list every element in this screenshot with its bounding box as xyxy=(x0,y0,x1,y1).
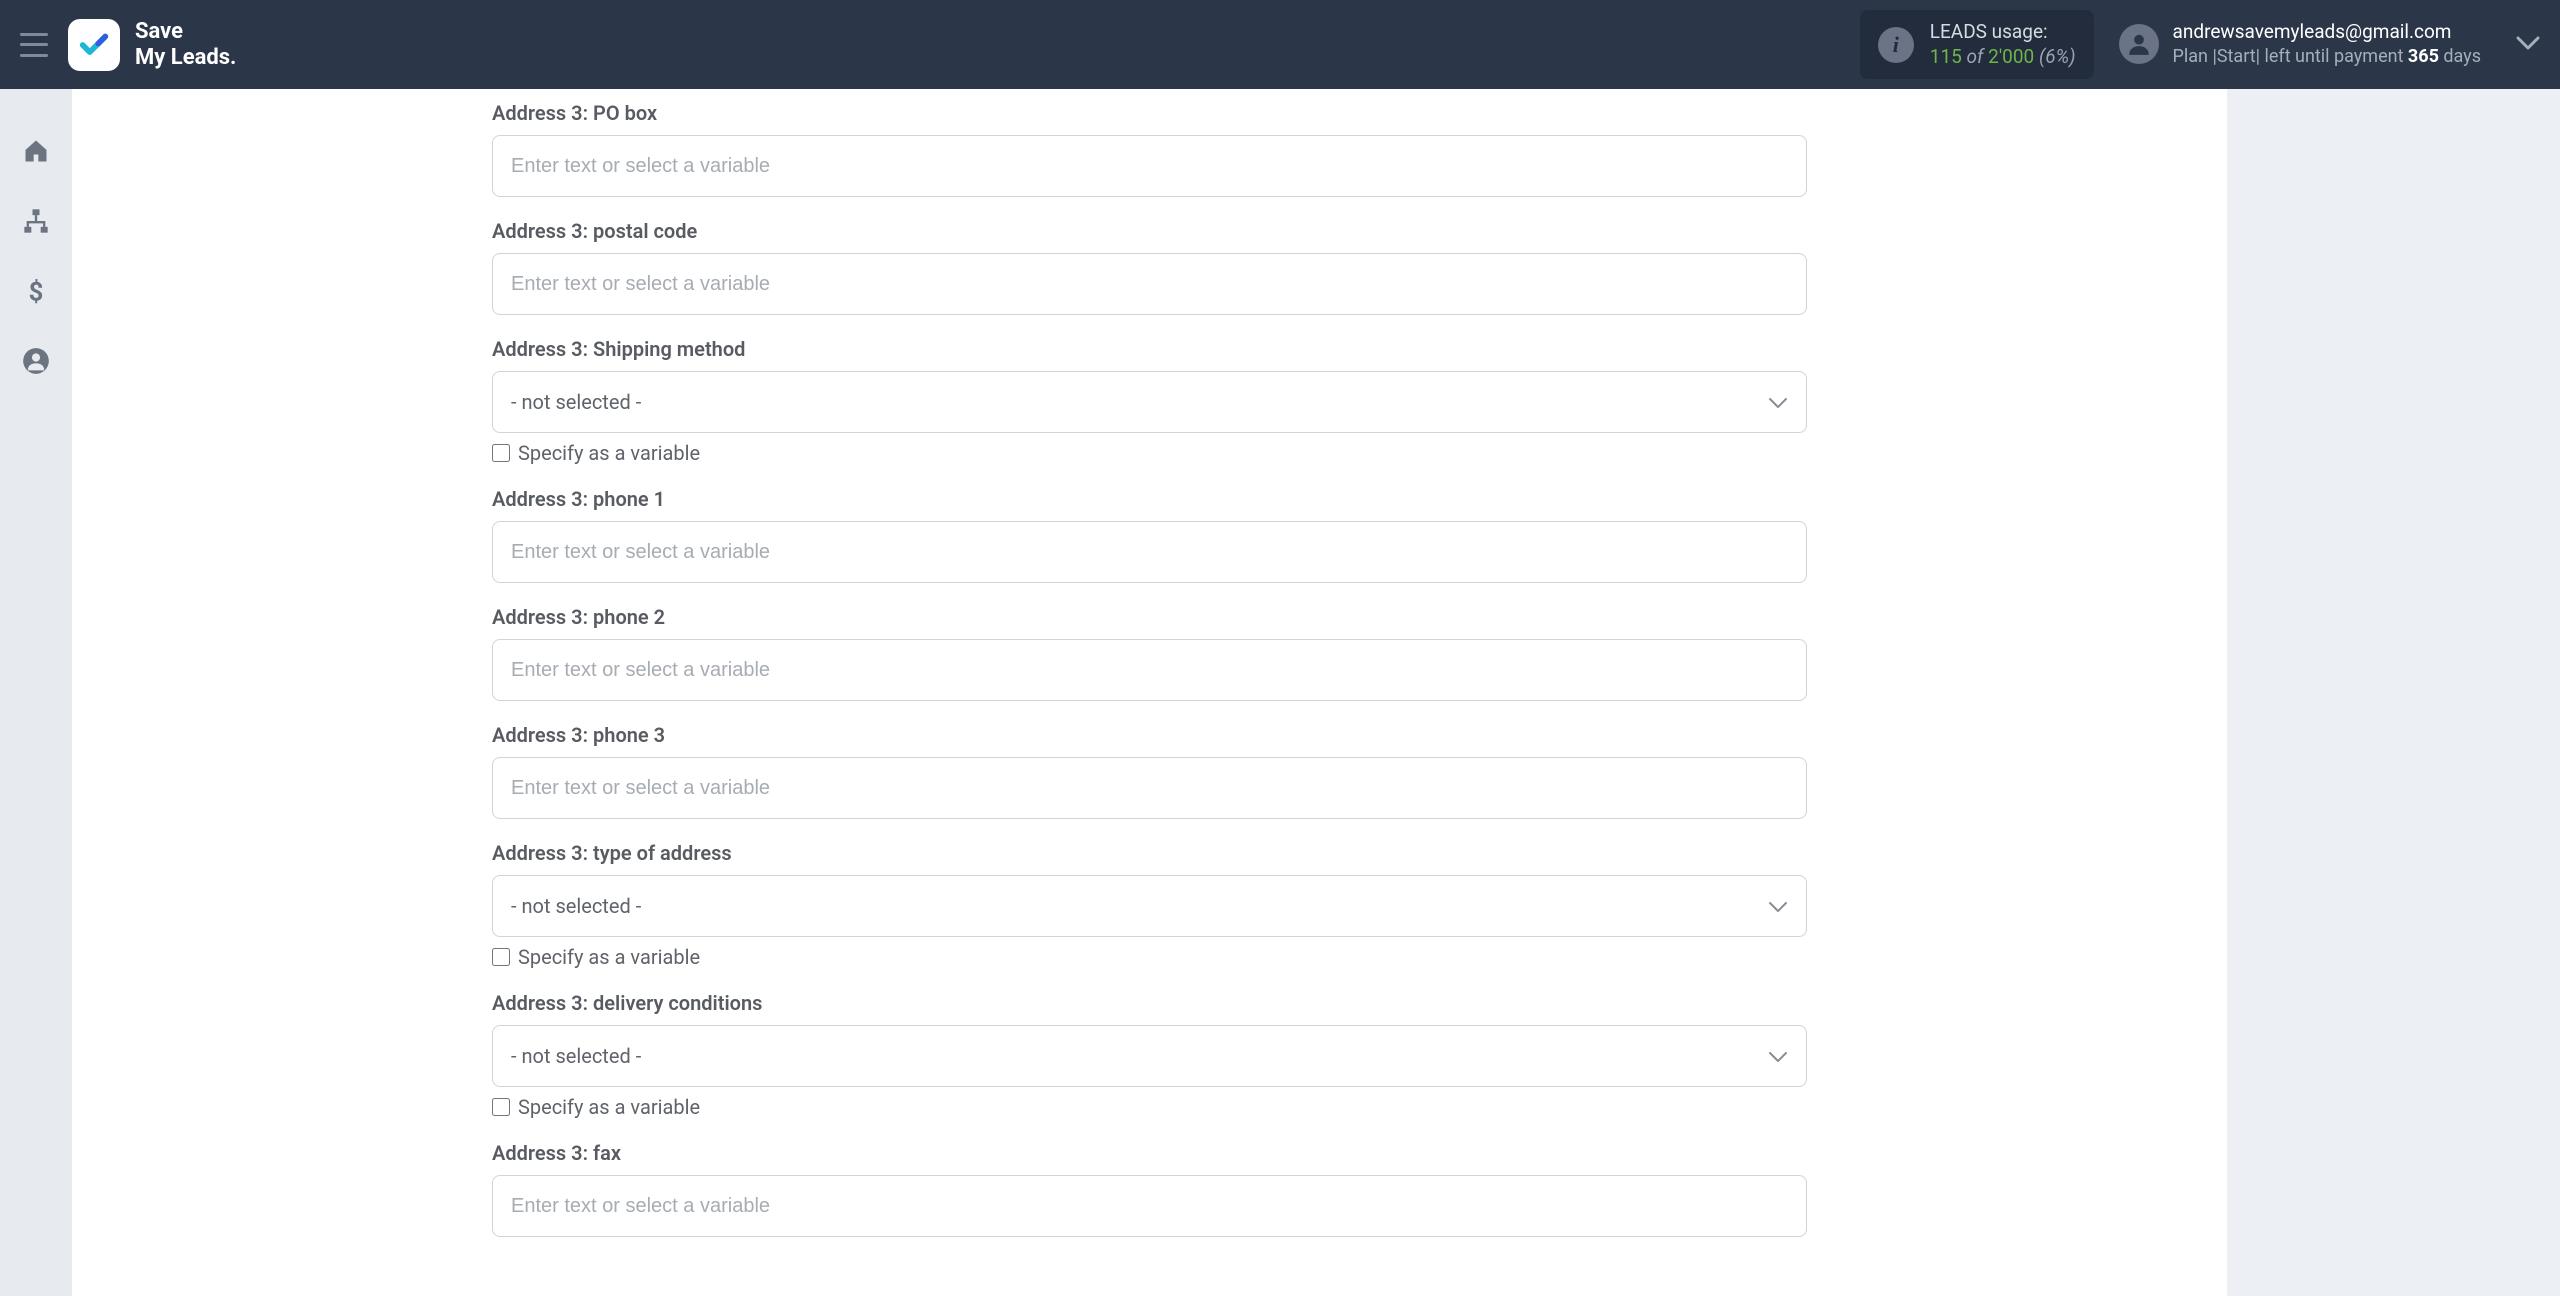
select-type-of-address[interactable]: - not selected - xyxy=(492,875,1807,937)
specify-variable-type: Specify as a variable xyxy=(492,945,1807,969)
account-menu-caret[interactable] xyxy=(2516,35,2540,54)
input-phone3[interactable] xyxy=(492,757,1807,819)
plan-days-suffix: days xyxy=(2439,46,2481,67)
label-po-box: Address 3: PO box xyxy=(492,101,1807,125)
chevron-down-icon xyxy=(1768,390,1788,414)
info-icon: i xyxy=(1878,27,1914,63)
label-fax: Address 3: fax xyxy=(492,1141,1807,1165)
select-shipping-method-value: - not selected - xyxy=(511,390,641,414)
select-delivery-conditions[interactable]: - not selected - xyxy=(492,1025,1807,1087)
input-po-box[interactable] xyxy=(492,135,1807,197)
user-circle-icon xyxy=(21,347,51,375)
chevron-down-icon xyxy=(1768,894,1788,918)
sidebar: $ xyxy=(0,89,72,1296)
field-delivery-conditions: Address 3: delivery conditions - not sel… xyxy=(492,991,1807,1119)
specify-variable-label: Specify as a variable xyxy=(518,441,700,465)
label-phone1: Address 3: phone 1 xyxy=(492,487,1807,511)
plan-prefix: Plan |Start| left until payment xyxy=(2173,46,2408,67)
plan-days: 365 xyxy=(2408,46,2439,67)
account-widget[interactable]: andrewsavemyleads@gmail.com Plan |Start|… xyxy=(2119,20,2481,68)
field-type-of-address: Address 3: type of address - not selecte… xyxy=(492,841,1807,969)
usage-total: 2'000 xyxy=(1988,45,2034,68)
brand-line1: Save xyxy=(135,19,236,44)
user-icon xyxy=(2126,31,2152,57)
usage-pct: (6%) xyxy=(2039,45,2076,68)
specify-variable-label: Specify as a variable xyxy=(518,945,700,969)
sidebar-item-connections[interactable] xyxy=(0,207,72,235)
specify-variable-label: Specify as a variable xyxy=(518,1095,700,1119)
hamburger-icon[interactable] xyxy=(20,33,48,57)
home-icon xyxy=(21,137,51,165)
field-phone3: Address 3: phone 3 xyxy=(492,723,1807,819)
input-phone2[interactable] xyxy=(492,639,1807,701)
usage-of: of xyxy=(1967,45,1984,68)
label-phone3: Address 3: phone 3 xyxy=(492,723,1807,747)
check-icon xyxy=(77,28,111,62)
app-logo[interactable] xyxy=(68,19,120,71)
brand-name: Save My Leads. xyxy=(135,19,236,70)
select-delivery-conditions-value: - not selected - xyxy=(511,1044,641,1068)
brand-line2: My Leads. xyxy=(135,45,236,70)
chevron-down-icon xyxy=(1768,1044,1788,1068)
checkbox-specify-variable-delivery[interactable] xyxy=(492,1098,510,1116)
content-scroll[interactable]: Address 3: PO box Address 3: postal code… xyxy=(72,89,2560,1296)
sidebar-item-profile[interactable] xyxy=(0,347,72,375)
app-header: Save My Leads. i LEADS usage: 115 of 2'0… xyxy=(0,0,2560,89)
main-layout: $ Address 3: PO box Address 3: postal co… xyxy=(0,89,2560,1296)
field-postal-code: Address 3: postal code xyxy=(492,219,1807,315)
sidebar-item-billing[interactable]: $ xyxy=(0,277,72,305)
usage-used: 115 xyxy=(1930,45,1962,68)
form-panel: Address 3: PO box Address 3: postal code… xyxy=(72,89,2227,1296)
field-phone2: Address 3: phone 2 xyxy=(492,605,1807,701)
select-shipping-method[interactable]: - not selected - xyxy=(492,371,1807,433)
account-text: andrewsavemyleads@gmail.com Plan |Start|… xyxy=(2173,20,2481,68)
avatar xyxy=(2119,24,2159,64)
specify-variable-delivery: Specify as a variable xyxy=(492,1095,1807,1119)
label-phone2: Address 3: phone 2 xyxy=(492,605,1807,629)
specify-variable-shipping: Specify as a variable xyxy=(492,441,1807,465)
input-phone1[interactable] xyxy=(492,521,1807,583)
svg-text:$: $ xyxy=(29,277,44,305)
usage-text: LEADS usage: 115 of 2'000 (6%) xyxy=(1930,20,2076,69)
select-type-of-address-value: - not selected - xyxy=(511,894,641,918)
label-delivery-conditions: Address 3: delivery conditions xyxy=(492,991,1807,1015)
chevron-down-icon xyxy=(2516,36,2540,50)
account-email: andrewsavemyleads@gmail.com xyxy=(2173,20,2481,45)
sitemap-icon xyxy=(21,207,51,235)
label-type-of-address: Address 3: type of address xyxy=(492,841,1807,865)
usage-widget[interactable]: i LEADS usage: 115 of 2'000 (6%) xyxy=(1860,10,2094,79)
field-shipping-method: Address 3: Shipping method - not selecte… xyxy=(492,337,1807,465)
plan-line: Plan |Start| left until payment 365 days xyxy=(2173,45,2481,68)
sidebar-item-home[interactable] xyxy=(0,137,72,165)
checkbox-specify-variable-shipping[interactable] xyxy=(492,444,510,462)
field-phone1: Address 3: phone 1 xyxy=(492,487,1807,583)
usage-label: LEADS usage: xyxy=(1930,20,2076,45)
input-fax[interactable] xyxy=(492,1175,1807,1237)
dollar-icon: $ xyxy=(21,277,51,305)
checkbox-specify-variable-type[interactable] xyxy=(492,948,510,966)
input-postal-code[interactable] xyxy=(492,253,1807,315)
field-po-box: Address 3: PO box xyxy=(492,101,1807,197)
label-postal-code: Address 3: postal code xyxy=(492,219,1807,243)
field-fax: Address 3: fax xyxy=(492,1141,1807,1237)
header-right: i LEADS usage: 115 of 2'000 (6%) andrews xyxy=(1860,10,2540,79)
label-shipping-method: Address 3: Shipping method xyxy=(492,337,1807,361)
